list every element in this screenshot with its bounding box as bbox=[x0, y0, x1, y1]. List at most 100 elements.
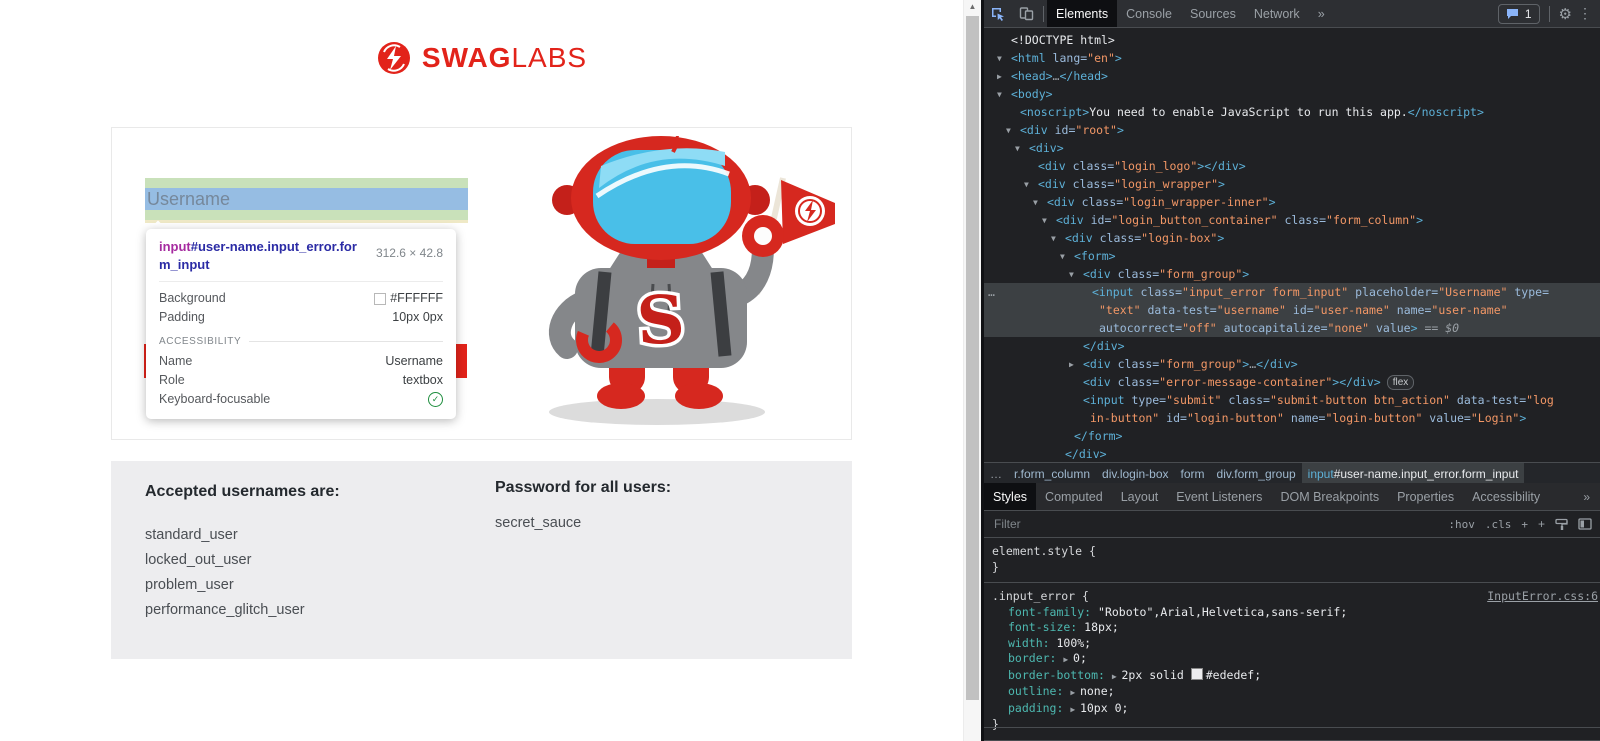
devtools-tab-elements[interactable]: Elements bbox=[1047, 0, 1117, 27]
dom-tree-row[interactable]: ▶<div class="form_group">…</div> bbox=[984, 355, 1600, 373]
dom-tree-row[interactable]: in-button" id="login-button" name="login… bbox=[984, 409, 1600, 427]
styles-tab-styles[interactable]: Styles bbox=[984, 483, 1036, 510]
collapse-arrow-icon[interactable]: ▼ bbox=[1069, 266, 1074, 284]
css-property[interactable]: outline: ▶ none; bbox=[992, 684, 1592, 701]
collapse-arrow-icon[interactable]: ▼ bbox=[1060, 248, 1065, 266]
device-toolbar-button[interactable] bbox=[1012, 1, 1040, 27]
dom-tree-row[interactable]: </form> bbox=[984, 427, 1600, 445]
dom-token: id= bbox=[1286, 303, 1314, 317]
dom-tree-row[interactable]: ▼<div class="form_group"> bbox=[984, 265, 1600, 283]
dom-tree-row[interactable]: …<input class="input_error form_input" p… bbox=[984, 283, 1600, 301]
dom-tree-row[interactable]: ▼<body> bbox=[984, 85, 1600, 103]
background-value: #FFFFFF bbox=[374, 289, 443, 308]
dom-token: <div> bbox=[1029, 141, 1064, 155]
usernames-title: Accepted usernames are: bbox=[145, 483, 340, 501]
filter-toggle-cls[interactable]: .cls bbox=[1485, 518, 1512, 531]
username-input[interactable]: Username bbox=[145, 188, 468, 210]
styles-tab-layout[interactable]: Layout bbox=[1112, 483, 1168, 510]
dom-tree-row[interactable]: <div class="login_logo"></div> bbox=[984, 157, 1600, 175]
styles-tab-accessibility[interactable]: Accessibility bbox=[1463, 483, 1549, 510]
dom-token: <div bbox=[1083, 267, 1111, 281]
collapse-arrow-icon[interactable]: ▼ bbox=[1024, 176, 1029, 194]
more-options-kebab-icon[interactable]: ⋮ bbox=[1578, 5, 1592, 22]
css-property[interactable]: font-family: "Roboto",Arial,Helvetica,sa… bbox=[992, 605, 1592, 621]
css-property[interactable]: border: ▶ 0; bbox=[992, 651, 1592, 668]
dom-tree-row[interactable]: </div> bbox=[984, 445, 1600, 463]
css-selector[interactable]: .input_error bbox=[992, 589, 1075, 603]
issues-counter[interactable]: 1 bbox=[1498, 4, 1540, 24]
dom-tree-row[interactable]: </div> bbox=[984, 337, 1600, 355]
color-swatch[interactable] bbox=[1191, 668, 1203, 680]
collapse-arrow-icon[interactable]: ▼ bbox=[1006, 122, 1011, 140]
styles-tab-dom-breakpoints[interactable]: DOM Breakpoints bbox=[1271, 483, 1388, 510]
dom-tree-row[interactable]: <input type="submit" class="submit-butto… bbox=[984, 391, 1600, 409]
dom-token: "login-button" bbox=[1325, 411, 1422, 425]
styles-filter-input[interactable] bbox=[992, 516, 1438, 532]
stylesheet-link[interactable]: InputError.css:6 bbox=[1487, 589, 1598, 605]
dom-token: <div bbox=[1083, 375, 1111, 389]
dom-tree-row[interactable]: ▼<div class="login-box"> bbox=[984, 229, 1600, 247]
devtools-tab-[interactable]: » bbox=[1309, 0, 1334, 27]
dom-tree-row[interactable]: ▼<div id="login_button_container" class=… bbox=[984, 211, 1600, 229]
filter-toggle-[interactable]: + bbox=[1521, 518, 1528, 531]
dom-tree-row[interactable]: ▼<form> bbox=[984, 247, 1600, 265]
collapse-arrow-icon[interactable]: ▼ bbox=[997, 50, 1002, 68]
devtools-tab-network[interactable]: Network bbox=[1245, 0, 1309, 27]
dom-tree-row[interactable]: <noscript>You need to enable JavaScript … bbox=[984, 103, 1600, 121]
collapse-arrow-icon[interactable]: ▼ bbox=[1015, 140, 1020, 158]
scrollbar-thumb[interactable] bbox=[966, 16, 979, 700]
dom-tree-row[interactable]: <div class="error-message-container"></d… bbox=[984, 373, 1600, 391]
breadcrumb-item[interactable]: … bbox=[984, 463, 1008, 484]
dom-tree-row[interactable]: ▶<head>…</head> bbox=[984, 67, 1600, 85]
paint-roller-icon[interactable] bbox=[1555, 518, 1568, 531]
breadcrumb-item[interactable]: div.form_group bbox=[1211, 463, 1302, 484]
new-style-rule-button[interactable]: + bbox=[1538, 517, 1545, 531]
sidebar-toggle-icon[interactable] bbox=[1578, 518, 1592, 530]
dom-token: value= bbox=[1422, 411, 1470, 425]
dom-tree-row[interactable]: ▼ <div> bbox=[984, 139, 1600, 157]
dom-token: data-test= bbox=[1141, 303, 1217, 317]
dom-token: "user-name" bbox=[1314, 303, 1390, 317]
styles-tab-event-listeners[interactable]: Event Listeners bbox=[1167, 483, 1271, 510]
devtools-tab-sources[interactable]: Sources bbox=[1181, 0, 1245, 27]
dom-token: > bbox=[1416, 213, 1423, 227]
page-scrollbar[interactable]: ▲ bbox=[963, 0, 981, 741]
collapse-arrow-icon[interactable]: ▼ bbox=[1042, 212, 1047, 230]
inspect-element-button[interactable] bbox=[984, 1, 1012, 27]
collapse-arrow-icon[interactable]: ▼ bbox=[997, 86, 1002, 104]
breadcrumb-item[interactable]: div.login-box bbox=[1096, 463, 1174, 484]
dom-token: autocapitalize= bbox=[1217, 321, 1328, 335]
css-property[interactable]: font-size: 18px; bbox=[992, 620, 1592, 636]
collapse-arrow-icon[interactable]: ▼ bbox=[1033, 194, 1038, 212]
dom-tree-row[interactable]: ▼<div id="root"> bbox=[984, 121, 1600, 139]
page-title: SWAGLABS bbox=[422, 42, 587, 74]
dom-tree-row[interactable]: <!DOCTYPE html> bbox=[984, 31, 1600, 49]
dom-tree-row[interactable]: "text" data-test="username" id="user-nam… bbox=[984, 301, 1600, 319]
styles-tab-properties[interactable]: Properties bbox=[1388, 483, 1463, 510]
breadcrumb-item[interactable]: r.form_column bbox=[1008, 463, 1096, 484]
dom-tree-row[interactable]: ▼<div class="login_wrapper-inner"> bbox=[984, 193, 1600, 211]
filter-toggle-hov[interactable]: :hov bbox=[1448, 518, 1475, 531]
expand-arrow-icon[interactable]: ▶ bbox=[1069, 356, 1074, 374]
dom-tree-row[interactable]: ▼<div class="login_wrapper"> bbox=[984, 175, 1600, 193]
breadcrumb-item[interactable]: form bbox=[1175, 463, 1211, 484]
scrollbar-up-arrow[interactable]: ▲ bbox=[964, 2, 981, 11]
selector-tag: input bbox=[159, 239, 191, 254]
dom-token: <input bbox=[1083, 393, 1125, 407]
css-property[interactable]: width: 100%; bbox=[992, 636, 1592, 652]
collapse-arrow-icon[interactable]: ▼ bbox=[1051, 230, 1056, 248]
expand-arrow-icon[interactable]: ▶ bbox=[997, 68, 1002, 86]
breadcrumb-item[interactable]: input#user-name.input_error.form_input bbox=[1302, 463, 1525, 484]
css-property[interactable]: border-bottom: ▶ 2px solid #ededef; bbox=[992, 668, 1592, 685]
username-placeholder: Username bbox=[145, 189, 230, 210]
dom-tree-row[interactable]: ▼<html lang="en"> bbox=[984, 49, 1600, 67]
settings-gear-icon[interactable]: ⚙ bbox=[1559, 5, 1572, 23]
devtools-tab-console[interactable]: Console bbox=[1117, 0, 1181, 27]
styles-tab-computed[interactable]: Computed bbox=[1036, 483, 1112, 510]
tab-overflow-chevron[interactable]: » bbox=[1583, 490, 1600, 504]
flex-badge[interactable]: flex bbox=[1387, 375, 1415, 390]
dom-tree-row[interactable]: autocorrect="off" autocapitalize="none" … bbox=[984, 319, 1600, 337]
css-property[interactable]: padding: ▶ 10px 0; bbox=[992, 701, 1592, 718]
css-selector[interactable]: element.style bbox=[992, 544, 1082, 558]
more-actions-gutter[interactable]: … bbox=[988, 283, 995, 301]
